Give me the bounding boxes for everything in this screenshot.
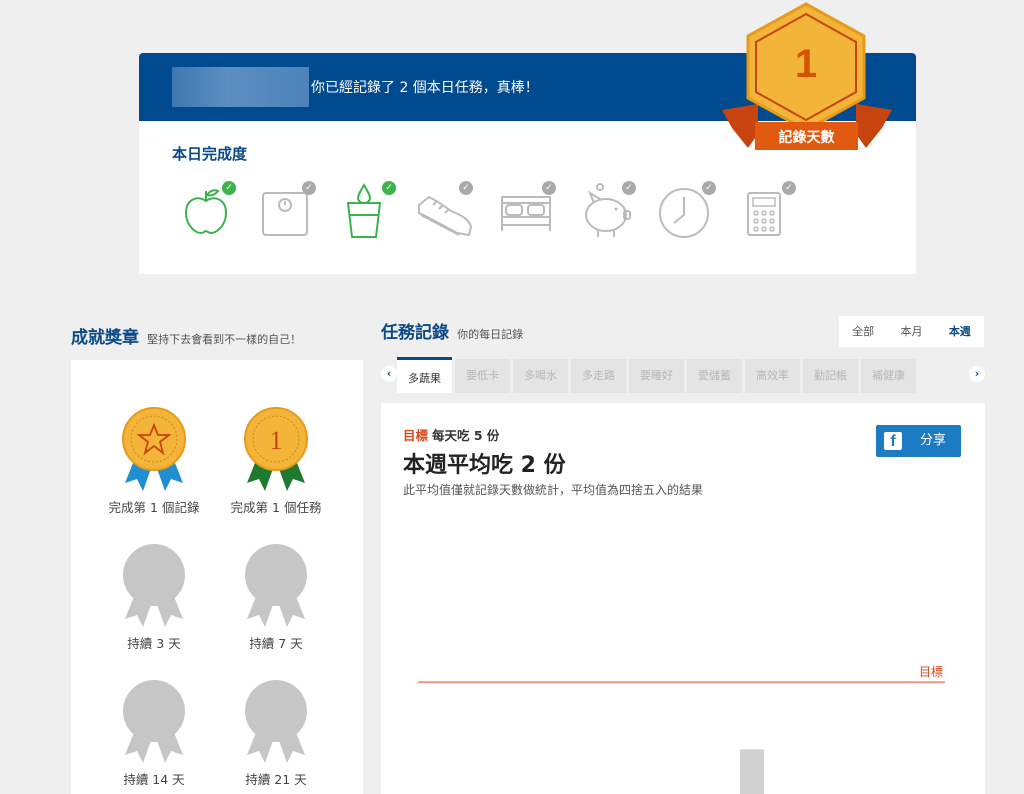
task-walk[interactable]: ✓ [415,181,475,243]
record-days-badge: 1 記錄天數 [722,2,892,154]
goal-value: 每天吃 5 份 [432,428,500,443]
achievements-header: 成就獎章 堅持下去會看到不一樣的自己！ [71,323,301,348]
medal-caption: 完成第 1 個任務 [230,500,322,515]
locked-medal-icon [245,680,307,763]
daily-task-icons: ✓ ✓ ✓ ✓ ✓ ✓ ✓ ✓ [178,181,818,243]
goal-label: 目標 [403,428,429,443]
star-medal-icon [122,407,186,491]
tab-sleep[interactable]: 要睡好 [629,359,684,393]
task-accounting[interactable]: ✓ [738,181,798,243]
check-icon: ✓ [382,181,396,195]
daily-progress-title: 本日完成度 [172,145,248,163]
tab-health[interactable]: 補健康 [861,359,916,393]
svg-text:1: 1 [270,426,283,455]
medal-caption: 持續 7 天 [249,636,303,651]
goal-line: 目標 每天吃 5 份 [403,425,499,444]
record-detail-panel: 目標 每天吃 5 份 本週平均吃 2 份 此平均值僅就記錄天數做統計，平均值為四捨… [381,403,985,794]
records-header: 任務記錄 你的每日記錄 [381,318,523,343]
chevron-right-icon[interactable]: › [969,366,985,382]
check-icon: ✓ [622,181,636,195]
weekly-chart: 目標 [418,665,945,794]
task-fruit[interactable]: ✓ [178,181,238,243]
greeting-message: 你已經記錄了 2 個本日任務，真棒！ [311,80,539,96]
range-tab-week[interactable]: 本週 [936,316,984,347]
tab-accounting[interactable]: 勤記帳 [803,359,858,393]
medal-first-record[interactable]: 完成第 1 個記錄 [94,407,214,517]
task-efficiency[interactable]: ✓ [658,181,718,243]
task-water[interactable]: ✓ [338,181,398,243]
records-title: 任務記錄 [381,323,449,343]
medal-caption: 持續 14 天 [123,772,185,787]
locked-medal-icon [123,680,185,763]
check-icon: ✓ [459,181,473,195]
facebook-share-button[interactable]: f 分享 [876,425,961,457]
range-tab-month[interactable]: 本月 [887,316,935,347]
medal-caption: 持續 3 天 [127,636,181,651]
tab-low-calorie[interactable]: 要低卡 [455,359,510,393]
check-icon: ✓ [782,181,796,195]
records-subtitle: 你的每日記錄 [457,328,524,341]
average-note: 此平均值僅就記錄天數做統計，平均值為四捨五入的結果 [403,483,704,497]
medal-caption: 完成第 1 個記錄 [108,500,200,515]
tab-walk[interactable]: 多走路 [571,359,626,393]
tab-fruit-veg[interactable]: 多蔬果 [397,357,452,393]
check-icon: ✓ [702,181,716,195]
share-label: 分享 [920,433,947,448]
medal-streak-3[interactable]: 持續 3 天 [94,543,214,653]
chevron-left-icon[interactable]: ‹ [381,366,397,382]
task-weight[interactable]: ✓ [258,181,318,243]
medal-streak-14[interactable]: 持續 14 天 [94,679,214,789]
number-one-medal-icon: 1 [244,407,308,491]
check-icon: ✓ [222,181,236,195]
task-tab-row: ‹ 多蔬果 要低卡 多喝水 多走路 要睡好 愛儲蓄 高效率 勤記帳 補健康 › [381,357,985,393]
medal-caption: 持續 21 天 [245,772,307,787]
check-icon: ✓ [302,181,316,195]
achievements-title: 成就獎章 [71,328,139,348]
range-tabs: 全部 本月 本週 [839,316,984,347]
locked-medal-icon [245,544,307,627]
medal-first-task[interactable]: 1 完成第 1 個任務 [216,407,336,517]
user-name-redacted [172,67,309,107]
achievements-subtitle: 堅持下去會看到不一樣的自己！ [147,333,302,346]
chart-bar [740,749,764,794]
medal-streak-21[interactable]: 持續 21 天 [216,679,336,789]
task-sleep[interactable]: ✓ [498,181,558,243]
facebook-icon: f [884,432,902,450]
chart-bars [740,749,764,794]
tab-save[interactable]: 愛儲蓄 [687,359,742,393]
medal-streak-7[interactable]: 持續 7 天 [216,543,336,653]
check-icon: ✓ [542,181,556,195]
task-save[interactable]: ✓ [578,181,638,243]
range-tab-all[interactable]: 全部 [839,316,887,347]
record-days-label: 記錄天數 [778,130,835,146]
tab-efficiency[interactable]: 高效率 [745,359,800,393]
weekly-average-title: 本週平均吃 2 份 [403,453,566,478]
record-days-count: 1 [794,42,818,86]
achievements-panel: 完成第 1 個記錄 1 完成第 1 個任務 持續 3 天 持續 7 天 持續 1… [71,360,363,794]
tab-water[interactable]: 多喝水 [513,359,568,393]
target-line-label: 目標 [919,665,943,679]
locked-medal-icon [123,544,185,627]
